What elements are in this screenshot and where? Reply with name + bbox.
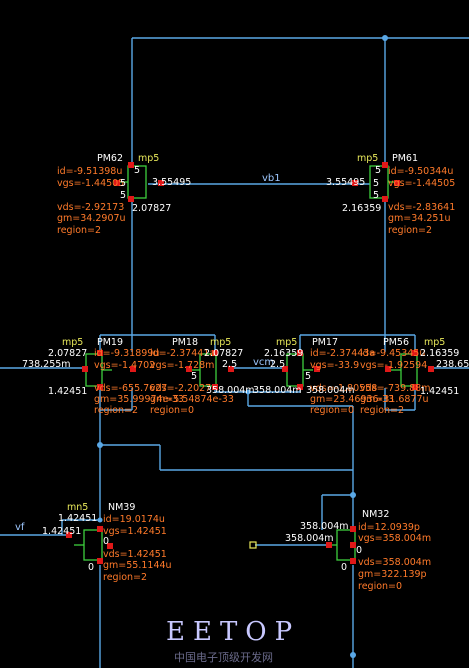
pin-value: 0 [341,562,347,573]
pin-value: 1.42451 [48,386,87,397]
pin-value: 5 [375,165,381,176]
device-model: mn5 [67,502,88,513]
param-vgs: vgs=-1.728m [150,360,214,371]
schematic-canvas[interactable]: vb1 vcm vf PM62 mp5 id=-9.51398u vgs=-1.… [0,0,469,668]
param-id: id=-9.51398u [57,166,122,177]
param-gm: gm=34.251u [388,213,451,224]
pin-value: 2.07827 [204,348,243,359]
param-region: region=0 [358,581,402,592]
pin-value: 2.16359 [264,348,303,359]
pin-value: 0 [88,562,94,573]
param-vds: vds=-2.2027 [150,383,211,394]
device-model: mp5 [138,153,159,164]
device-pm62[interactable]: PM62 mp5 id=-9.51398u vgs=-1.44505 vds=-… [57,153,191,236]
param-region: region=2 [388,225,432,236]
pin-value: 5 [120,178,126,189]
pin-value: 358.004m [206,385,255,396]
pin-value: 1.42451 [420,386,459,397]
pin-value: 238.65 [436,359,469,370]
param-vgs: vgs=-1.92594 [360,360,427,371]
device-name: NM39 [108,502,135,513]
device-pm56[interactable]: PM56 mp5 id=-9.45345u vgs=-1.92594 vds=-… [360,337,469,416]
pin-value: 358.004m [253,385,302,396]
pin-value: 0 [103,536,109,547]
param-region: region=0 [310,405,354,416]
param-vgs: vgs=-1.44505 [57,178,124,189]
param-vds: vds=-2.92173 [57,202,124,213]
param-region: region=2 [103,572,147,583]
pin-value: 1.42451 [58,513,97,524]
pin-value: 358.004m [306,385,355,396]
pin-value: 1.42451 [42,526,81,537]
param-gm: gm=322.139p [358,569,427,580]
device-name: PM56 [383,337,409,348]
pin-value: 738.255m [22,359,71,370]
param-vgs: vgs=-1.44505 [388,178,455,189]
pin-value: 0 [356,545,362,556]
param-gm: gm=31.6877u [360,394,429,405]
pin-value: 2.07827 [48,348,87,359]
param-region: region=0 [150,405,194,416]
param-vgs: vgs=-33.9 [310,360,359,371]
brand-logo: EETOP [166,617,300,647]
param-id: id=-9.50344u [388,166,453,177]
device-model: mp5 [276,337,297,348]
param-id: id=12.0939p [358,522,420,533]
pin-value: 3.55495 [152,177,191,188]
param-vgs: vgs=-1.4702 [94,360,155,371]
param-vds: vds=358.004m [358,557,431,568]
pin-value: 5 [134,165,140,176]
param-region: region=2 [360,405,404,416]
pin-value: 358.004m [285,533,334,544]
param-vgs: vgs=1.42451 [103,526,167,537]
device-model: mp5 [357,153,378,164]
net-label-vb1: vb1 [262,173,281,184]
param-vds: vds=1.42451 [103,549,167,560]
net-label-vf: vf [15,522,25,533]
device-name: PM62 [97,153,123,164]
device-name: PM19 [97,337,123,348]
pin-value: 2.5 [270,359,285,370]
param-region: region=2 [94,405,138,416]
device-name: NM32 [362,509,389,520]
pin-value: 5 [120,190,126,201]
device-model: mp5 [210,337,231,348]
pin-value: 5 [373,190,379,201]
pin-value: 2.07827 [132,203,171,214]
device-name: PM61 [392,153,418,164]
device-model: mp5 [62,337,83,348]
device-name: PM17 [312,337,338,348]
pin-value: 5 [191,371,197,382]
pin-value: 358.004m [300,521,349,532]
param-id: id=-9.45345u [360,348,425,359]
pin-value: 2.16359 [342,203,381,214]
pin-value: 5 [305,371,311,382]
param-id: id=19.0174u [103,514,165,525]
param-vds: vds=-2.83641 [388,202,455,213]
device-pm61[interactable]: PM61 mp5 id=-9.50344u vgs=-1.44505 vds=-… [326,153,455,236]
device-model: mp5 [424,337,445,348]
param-gm: gm=34.2907u [57,213,126,224]
device-name: PM18 [172,337,198,348]
pin-value: 2.5 [222,359,237,370]
pin-value: 5 [373,178,379,189]
param-region: region=2 [57,225,101,236]
brand-subtitle: 中国电子顶级开发网 [174,650,273,664]
eetop-watermark: EETOP 中国电子顶级开发网 [166,617,300,664]
param-gm: gm=55.1144u [103,560,172,571]
device-nm32[interactable]: NM32 id=12.0939p vgs=358.004m vds=358.00… [285,509,431,592]
param-vgs: vgs=358.004m [358,533,431,544]
pin-value: 2.16359 [420,348,459,359]
pin-value: 3.55495 [326,177,365,188]
device-nm39[interactable]: mn5 NM39 id=19.0174u vgs=1.42451 vds=1.4… [42,502,172,583]
